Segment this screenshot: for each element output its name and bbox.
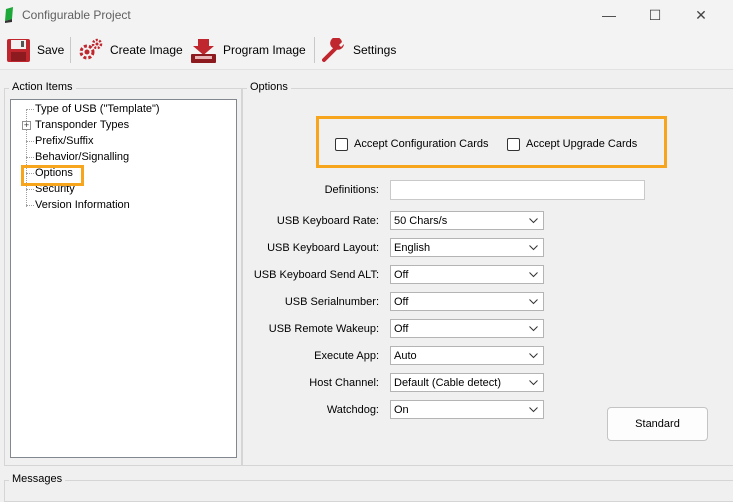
toolbar: Save Create Image Program Image Settings <box>0 31 733 70</box>
usb-serialnumber-value: Off <box>394 296 409 308</box>
usb-keyboard-layout-value: English <box>394 242 431 254</box>
chevron-down-icon <box>529 299 538 305</box>
app-icon <box>5 7 13 23</box>
tree-item-version-information[interactable]: Version Information <box>35 199 130 211</box>
usb-remote-wakeup-value: Off <box>394 323 409 335</box>
settings-button[interactable]: Settings <box>322 35 396 65</box>
window-title: Configurable Project <box>22 8 131 22</box>
save-button[interactable]: Save <box>6 35 64 65</box>
wrench-icon <box>322 37 344 62</box>
program-image-label: Program Image <box>223 43 306 57</box>
host-channel-value: Default (Cable detect) <box>394 377 501 389</box>
action-items-title: Action Items <box>9 81 76 93</box>
floppy-disk-icon <box>7 38 30 62</box>
usb-keyboard-rate-label: USB Keyboard Rate: <box>276 215 379 227</box>
tree-item-type-of-usb[interactable]: Type of USB ("Template") <box>35 103 160 115</box>
definitions-field[interactable] <box>390 180 645 200</box>
create-image-button[interactable]: Create Image <box>78 35 183 65</box>
usb-serialnumber-select[interactable]: Off <box>390 292 544 311</box>
usb-keyboard-layout-label: USB Keyboard Layout: <box>267 242 379 254</box>
chevron-down-icon <box>529 353 538 359</box>
accept-configuration-cards-checkbox[interactable] <box>335 138 348 151</box>
watchdog-value: On <box>394 404 409 416</box>
usb-keyboard-send-alt-select[interactable]: Off <box>390 265 544 284</box>
toolbar-separator <box>70 37 71 63</box>
usb-keyboard-send-alt-value: Off <box>394 269 409 281</box>
execute-app-select[interactable]: Auto <box>390 346 544 365</box>
chevron-down-icon <box>529 245 538 251</box>
options-title: Options <box>247 81 291 93</box>
minimize-icon[interactable]: — <box>586 0 632 31</box>
accept-configuration-cards-label: Accept Configuration Cards <box>354 138 489 150</box>
tree-line <box>26 205 34 206</box>
usb-keyboard-layout-select[interactable]: English <box>390 238 544 257</box>
messages-group <box>4 480 733 502</box>
chevron-down-icon <box>529 326 538 332</box>
execute-app-value: Auto <box>394 350 417 362</box>
tree-line <box>26 141 34 142</box>
maximize-icon[interactable]: ☐ <box>632 0 678 31</box>
chevron-down-icon <box>529 407 538 413</box>
accept-upgrade-cards-checkbox[interactable] <box>507 138 520 151</box>
expand-plus-icon[interactable]: + <box>22 121 31 130</box>
toolbar-separator <box>314 37 315 63</box>
close-icon[interactable]: ✕ <box>678 0 724 31</box>
tree-item-behavior-signalling[interactable]: Behavior/Signalling <box>35 151 129 163</box>
messages-title: Messages <box>9 473 66 485</box>
tree-item-prefix-suffix[interactable]: Prefix/Suffix <box>35 135 94 147</box>
definitions-label: Definitions: <box>324 184 379 196</box>
watchdog-select[interactable]: On <box>390 400 544 419</box>
tree-line <box>26 189 34 190</box>
gears-icon <box>79 38 103 60</box>
usb-remote-wakeup-label: USB Remote Wakeup: <box>268 323 379 335</box>
tree-line <box>26 109 34 110</box>
host-channel-select[interactable]: Default (Cable detect) <box>390 373 544 392</box>
tree-line <box>26 157 34 158</box>
usb-keyboard-rate-value: 50 Chars/s <box>394 215 448 227</box>
accept-upgrade-cards-label: Accept Upgrade Cards <box>526 138 638 150</box>
usb-serialnumber-label: USB Serialnumber: <box>284 296 379 308</box>
host-channel-label: Host Channel: <box>309 377 379 389</box>
options-highlight-box <box>21 165 84 186</box>
chevron-down-icon <box>529 380 538 386</box>
watchdog-label: Watchdog: <box>326 404 379 416</box>
program-image-button[interactable]: Program Image <box>190 35 306 65</box>
create-image-label: Create Image <box>110 43 183 57</box>
settings-label: Settings <box>353 43 397 57</box>
usb-keyboard-send-alt-label: USB Keyboard Send ALT: <box>253 269 379 281</box>
save-label: Save <box>37 43 65 57</box>
action-items-tree[interactable]: + Type of USB ("Template") Transponder T… <box>10 99 237 458</box>
usb-keyboard-rate-select[interactable]: 50 Chars/s <box>390 211 544 230</box>
title-bar: Configurable Project — ☐ ✕ <box>0 0 733 31</box>
download-tray-icon <box>191 38 216 63</box>
usb-remote-wakeup-select[interactable]: Off <box>390 319 544 338</box>
execute-app-label: Execute App: <box>314 350 379 362</box>
chevron-down-icon <box>529 218 538 224</box>
chevron-down-icon <box>529 272 538 278</box>
tree-item-transponder-types[interactable]: Transponder Types <box>35 119 129 131</box>
standard-button[interactable]: Standard <box>607 407 708 441</box>
